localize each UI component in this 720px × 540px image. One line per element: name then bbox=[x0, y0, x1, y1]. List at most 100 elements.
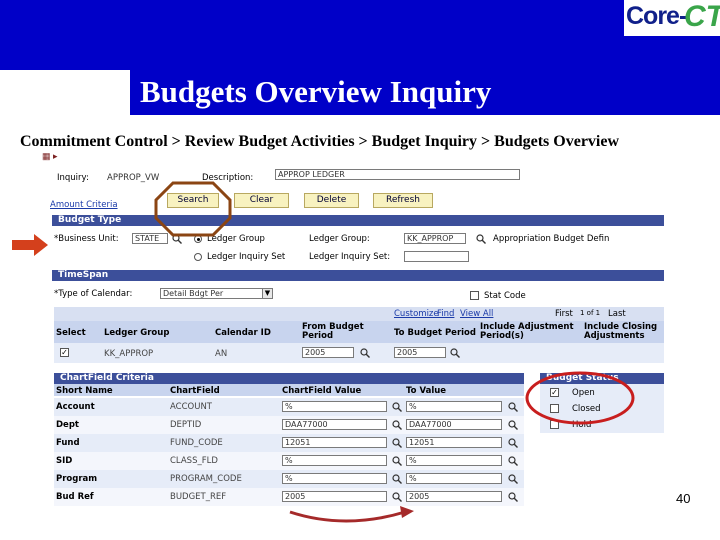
type-of-calendar-label: *Type of Calendar: bbox=[54, 289, 133, 299]
timespan-header: TimeSpan bbox=[52, 270, 664, 281]
stat-code-checkbox[interactable] bbox=[470, 291, 479, 300]
status-open-checkbox[interactable]: ✓ bbox=[550, 388, 559, 397]
ledger-inquiry-set-input[interactable] bbox=[404, 251, 469, 262]
chartfield-to-value-input[interactable]: 2005 bbox=[406, 491, 502, 502]
chartfield-short-name: SID bbox=[56, 456, 73, 466]
to-value-lookup-icon[interactable] bbox=[508, 474, 518, 484]
select-row-checkbox[interactable]: ✓ bbox=[60, 348, 69, 357]
header-gap bbox=[0, 70, 130, 115]
header-band bbox=[0, 0, 720, 70]
from-period-input[interactable]: 2005 bbox=[302, 347, 354, 358]
ledger-inquiry-set-radio-label: Ledger Inquiry Set bbox=[207, 252, 286, 262]
ledger-group-input[interactable]: KK_APPROP bbox=[404, 233, 466, 244]
value-lookup-icon[interactable] bbox=[392, 474, 402, 484]
chartfield-to-value-input[interactable]: % bbox=[406, 473, 502, 484]
page-collapse-icon[interactable]: ▦ ▸ bbox=[42, 151, 58, 162]
col-calendar-id: Calendar ID bbox=[215, 328, 271, 338]
to-value-lookup-icon[interactable] bbox=[508, 420, 518, 430]
to-value-lookup-icon[interactable] bbox=[508, 438, 518, 448]
chartfield-name: ACCOUNT bbox=[170, 402, 212, 412]
chartfield-value-input[interactable]: % bbox=[282, 455, 387, 466]
to-period-lookup-icon[interactable] bbox=[450, 348, 460, 358]
breadcrumb: Commitment Control > Review Budget Activ… bbox=[20, 133, 620, 150]
to-period-input[interactable]: 2005 bbox=[394, 347, 446, 358]
value-lookup-icon[interactable] bbox=[392, 420, 402, 430]
chartfield-short-name: Program bbox=[56, 474, 98, 484]
chartfield-value-input[interactable]: 2005 bbox=[282, 491, 387, 502]
ledger-group-lookup-icon[interactable] bbox=[476, 234, 486, 244]
inquiry-label: Inquiry: bbox=[57, 173, 89, 183]
description-input[interactable]: APPROP LEDGER bbox=[275, 169, 520, 180]
chartfield-value-input[interactable]: DAA77000 bbox=[282, 419, 387, 430]
chartfield-short-name: Dept bbox=[56, 420, 79, 430]
customize-link[interactable]: Customize bbox=[394, 309, 439, 319]
ledger-group-description: Appropriation Budget Defin bbox=[493, 234, 610, 244]
search-button[interactable]: Search bbox=[167, 193, 219, 208]
chartfield-value-input[interactable]: 12051 bbox=[282, 437, 387, 448]
refresh-button[interactable]: Refresh bbox=[373, 193, 433, 208]
ledger-inquiry-set-radio[interactable] bbox=[194, 253, 202, 261]
ledger-inquiry-set-label: Ledger Inquiry Set: bbox=[309, 252, 391, 262]
col-chartfield: ChartField bbox=[170, 386, 220, 396]
to-value-lookup-icon[interactable] bbox=[508, 402, 518, 412]
first-link[interactable]: First bbox=[555, 309, 573, 319]
ledger-group-label: Ledger Group: bbox=[309, 234, 370, 244]
status-closed-checkbox[interactable] bbox=[550, 404, 559, 413]
value-lookup-icon[interactable] bbox=[392, 402, 402, 412]
date-swap-curved-arrow bbox=[289, 510, 406, 523]
chartfield-name: BUDGET_REF bbox=[170, 492, 227, 502]
col-to-value: To Value bbox=[406, 386, 447, 396]
status-hold-checkbox[interactable] bbox=[550, 420, 559, 429]
amount-criteria-link[interactable]: Amount Criteria bbox=[50, 200, 118, 210]
peoplesoft-page: Inquiry: APPROP_VW Description: APPROP L… bbox=[50, 163, 667, 508]
budget-type-header: Budget Type bbox=[52, 215, 664, 226]
ledger-group-radio[interactable] bbox=[194, 235, 202, 243]
chartfield-value-input[interactable]: % bbox=[282, 473, 387, 484]
status-closed-label: Closed bbox=[572, 404, 601, 414]
ledger-group-radio-label: Ledger Group bbox=[207, 234, 265, 244]
page-number: 40 bbox=[676, 491, 691, 506]
status-hold-label: Hold bbox=[572, 420, 592, 430]
value-lookup-icon[interactable] bbox=[392, 456, 402, 466]
business-unit-lookup-icon[interactable] bbox=[172, 234, 182, 244]
description-label: Description: bbox=[202, 173, 254, 183]
row-ledger-group: KK_APPROP bbox=[104, 349, 154, 359]
col-include-adjustment: Include Adjustment Period(s) bbox=[480, 322, 574, 341]
clear-button[interactable]: Clear bbox=[234, 193, 289, 208]
type-of-calendar-select[interactable]: Detail Bdgt Per bbox=[160, 288, 272, 299]
slide: Budgets Overview Inquiry Core- CT Commit… bbox=[0, 0, 720, 540]
col-from-budget-period: From Budget Period bbox=[302, 322, 364, 341]
chartfield-name: DEPTID bbox=[170, 420, 202, 430]
business-unit-input[interactable]: STATE bbox=[132, 233, 168, 244]
col-select: Select bbox=[56, 328, 86, 338]
status-open-label: Open bbox=[572, 388, 595, 398]
last-link[interactable]: Last bbox=[608, 309, 626, 319]
from-period-lookup-icon[interactable] bbox=[360, 348, 370, 358]
col-to-budget-period: To Budget Period bbox=[394, 328, 476, 338]
col-ledger-group: Ledger Group bbox=[104, 328, 170, 338]
chartfield-value-input[interactable]: % bbox=[282, 401, 387, 412]
chartfield-to-value-input[interactable]: DAA77000 bbox=[406, 419, 502, 430]
value-lookup-icon[interactable] bbox=[392, 438, 402, 448]
chartfield-to-value-input[interactable]: % bbox=[406, 401, 502, 412]
to-value-lookup-icon[interactable] bbox=[508, 492, 518, 502]
col-chartfield-value: ChartField Value bbox=[282, 386, 362, 396]
to-value-lookup-icon[interactable] bbox=[508, 456, 518, 466]
red-pointer-arrow-icon bbox=[12, 234, 48, 256]
value-lookup-icon[interactable] bbox=[392, 492, 402, 502]
delete-button[interactable]: Delete bbox=[304, 193, 359, 208]
chartfield-name: PROGRAM_CODE bbox=[170, 474, 242, 484]
chartfield-to-value-input[interactable]: % bbox=[406, 455, 502, 466]
pager-text: 1 of 1 bbox=[580, 309, 601, 317]
find-link[interactable]: Find bbox=[437, 309, 454, 319]
chartfield-name: FUND_CODE bbox=[170, 438, 223, 448]
logo-ct-text: CT bbox=[684, 0, 720, 33]
col-include-closing: Include Closing Adjustments bbox=[584, 322, 658, 341]
chartfield-to-value-input[interactable]: 12051 bbox=[406, 437, 502, 448]
stat-code-label: Stat Code bbox=[484, 291, 526, 301]
chartfield-short-name: Account bbox=[56, 402, 95, 412]
chevron-down-icon[interactable]: ▼ bbox=[262, 288, 273, 299]
chartfield-short-name: Fund bbox=[56, 438, 80, 448]
budget-status-header: Budget Status bbox=[540, 373, 664, 384]
view-all-link[interactable]: View All bbox=[460, 309, 493, 319]
